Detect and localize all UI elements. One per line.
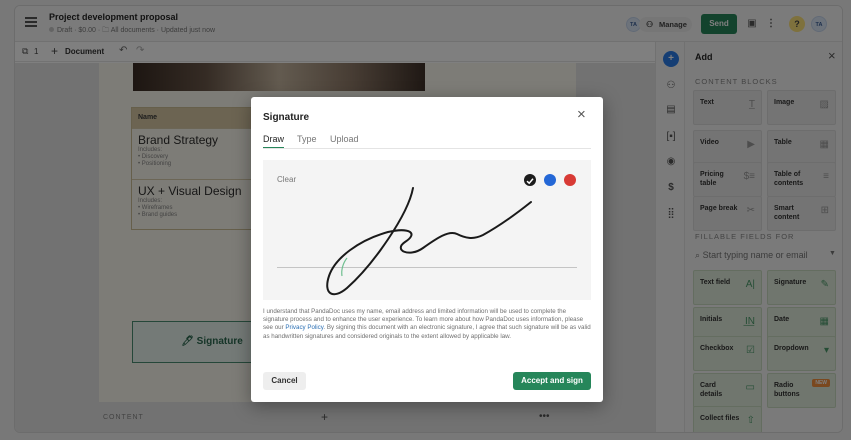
close-icon[interactable]: × (577, 106, 586, 123)
privacy-policy-link[interactable]: Privacy Policy (285, 324, 323, 331)
signature-stroke (326, 187, 532, 296)
signature-dialog: Signature × Draw Type Upload Clear I und… (251, 97, 603, 402)
tab-draw[interactable]: Draw (263, 134, 285, 149)
tab-divider (263, 148, 591, 149)
legal-text: I understand that PandaDoc uses my name,… (263, 308, 591, 340)
signature-pad[interactable]: Clear (263, 160, 591, 300)
tab-type[interactable]: Type (297, 134, 317, 144)
tab-upload[interactable]: Upload (330, 134, 359, 144)
dialog-title: Signature (263, 112, 310, 123)
accept-and-sign-button[interactable]: Accept and sign (513, 372, 591, 390)
cancel-button[interactable]: Cancel (263, 372, 306, 390)
